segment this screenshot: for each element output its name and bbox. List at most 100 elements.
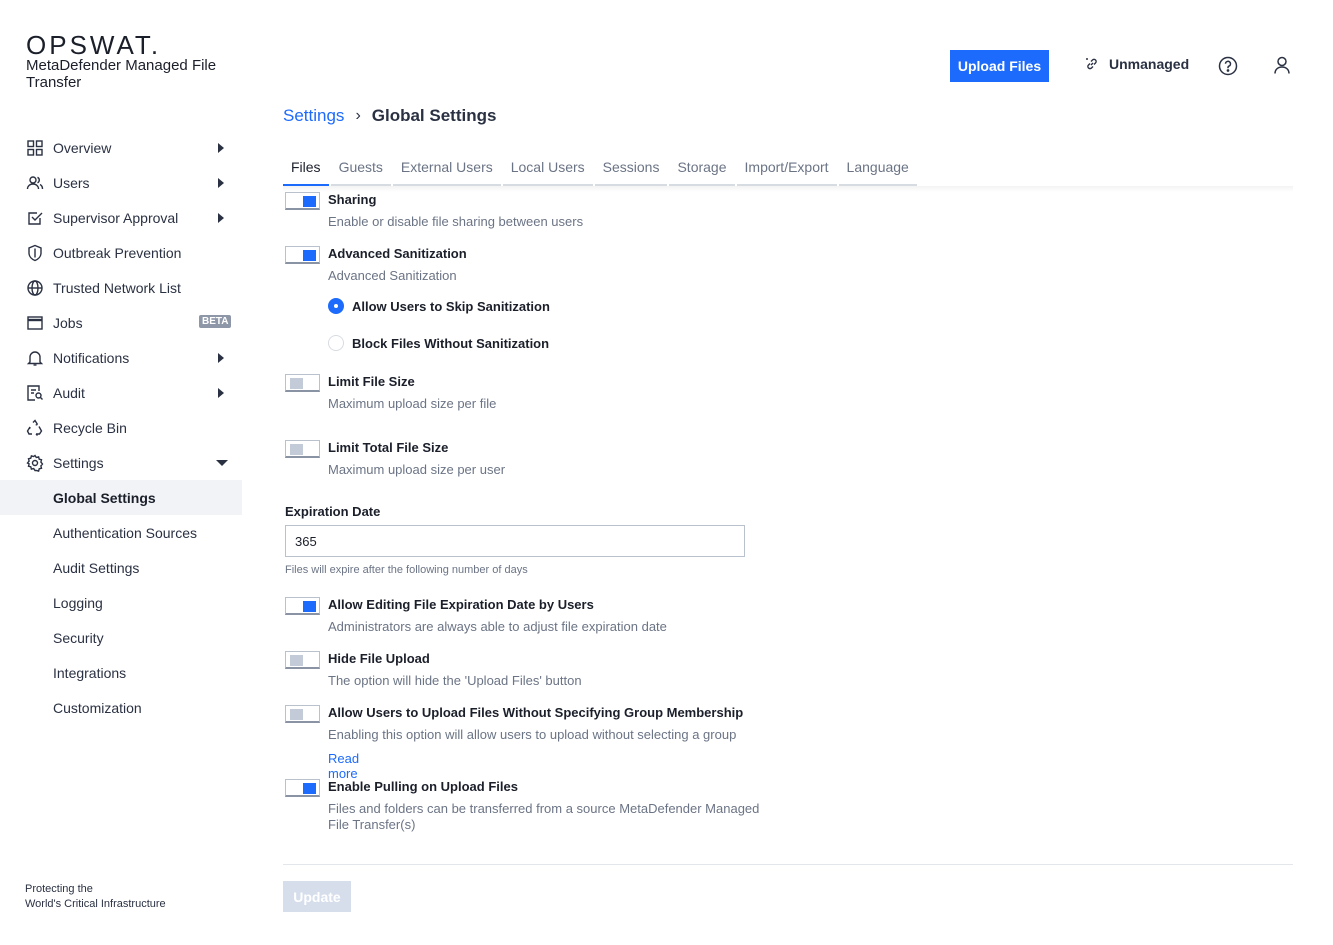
sidebar-item-settings[interactable]: Settings xyxy=(0,445,242,480)
expiration-date-input[interactable] xyxy=(285,525,745,557)
help-icon[interactable] xyxy=(1218,56,1238,76)
sidebar-nav: Overview Users Supervisor Approval Outbr… xyxy=(0,130,242,725)
sidebar-item-outbreak-prevention[interactable]: Outbreak Prevention xyxy=(0,235,242,270)
sidebar-item-trusted-network-list[interactable]: Trusted Network List xyxy=(0,270,242,305)
toggle-knob xyxy=(303,196,316,207)
radio-checked-icon xyxy=(328,298,344,314)
sidebar-subitem-global-settings[interactable]: Global Settings xyxy=(0,480,242,515)
tab-storage[interactable]: Storage xyxy=(669,155,735,186)
setting-title: Advanced Sanitization xyxy=(328,246,467,261)
tab-guests[interactable]: Guests xyxy=(330,155,391,186)
limit-file-size-toggle[interactable] xyxy=(285,374,320,392)
sidebar-item-label: Settings xyxy=(53,454,104,471)
upload-files-button[interactable]: Upload Files xyxy=(950,50,1049,82)
setting-description: Enable or disable file sharing between u… xyxy=(328,214,584,229)
radio-block-files-without-sanitization[interactable]: Block Files Without Sanitization xyxy=(328,335,549,351)
sidebar-item-label: Audit xyxy=(53,384,85,401)
tab-import-export[interactable]: Import/Export xyxy=(736,155,837,186)
sidebar-item-recycle-bin[interactable]: Recycle Bin xyxy=(0,410,242,445)
caret-right-icon xyxy=(218,213,224,223)
window-icon xyxy=(26,314,44,332)
users-icon xyxy=(26,174,44,192)
toggle-knob xyxy=(290,444,303,455)
sidebar-item-notifications[interactable]: Notifications xyxy=(0,340,242,375)
sidebar-item-label: Users xyxy=(53,174,90,191)
caret-right-icon xyxy=(218,353,224,363)
audit-icon xyxy=(26,384,44,402)
hide-file-upload-toggle[interactable] xyxy=(285,651,320,669)
toggle-knob xyxy=(303,601,316,612)
allow-editing-expiration-toggle[interactable] xyxy=(285,597,320,615)
footer-tagline: Protecting the World's Critical Infrastr… xyxy=(25,883,166,910)
sidebar-subitem-security[interactable]: Security xyxy=(0,620,242,655)
sidebar-subitem-authentication-sources[interactable]: Authentication Sources xyxy=(0,515,242,550)
sidebar-item-supervisor-approval[interactable]: Supervisor Approval xyxy=(0,200,242,235)
tab-local-users[interactable]: Local Users xyxy=(502,155,593,186)
sidebar-item-label: Supervisor Approval xyxy=(53,209,179,226)
advanced-sanitization-toggle[interactable] xyxy=(285,246,320,264)
radio-allow-skip-sanitization[interactable]: Allow Users to Skip Sanitization xyxy=(328,298,550,314)
setting-title: Enable Pulling on Upload Files xyxy=(328,779,518,794)
sidebar-item-overview[interactable]: Overview xyxy=(0,130,242,165)
update-button[interactable]: Update xyxy=(283,881,351,912)
gear-icon xyxy=(26,453,44,472)
limit-total-file-size-toggle[interactable] xyxy=(285,440,320,458)
toggle-knob xyxy=(303,783,316,794)
tab-files[interactable]: Files xyxy=(283,155,329,186)
sidebar-subitem-audit-settings[interactable]: Audit Settings xyxy=(0,550,242,585)
tab-external-users[interactable]: External Users xyxy=(392,155,501,186)
enable-pulling-toggle[interactable] xyxy=(285,779,320,797)
sidebar-item-label: Jobs xyxy=(53,314,83,331)
sidebar-item-users[interactable]: Users xyxy=(0,165,242,200)
grid-icon xyxy=(26,139,44,157)
sidebar-item-label: Outbreak Prevention xyxy=(53,244,182,261)
tab-sessions[interactable]: Sessions xyxy=(594,155,668,186)
setting-title: Limit File Size xyxy=(328,374,415,389)
setting-title: Hide File Upload xyxy=(328,651,430,666)
setting-description: Maximum upload size per user xyxy=(328,462,506,477)
radio-label: Allow Users to Skip Sanitization xyxy=(352,298,550,314)
tabs-shadow xyxy=(283,186,1293,192)
toggle-knob xyxy=(303,250,316,261)
unmanaged-label: Unmanaged xyxy=(1109,56,1190,72)
sidebar-item-label: Overview xyxy=(53,139,112,156)
caret-down-icon xyxy=(216,460,228,466)
product-name: MetaDefender Managed File Transfer xyxy=(26,57,217,91)
setting-description: Enabling this option will allow users to… xyxy=(328,727,737,742)
setting-description: Advanced Sanitization xyxy=(328,268,457,283)
breadcrumb-settings-link[interactable]: Settings xyxy=(283,106,344,126)
settings-tabs: Files Guests External Users Local Users … xyxy=(283,155,919,186)
sidebar-item-label: Notifications xyxy=(53,349,130,366)
setting-title: Limit Total File Size xyxy=(328,440,449,455)
checkbox-icon xyxy=(26,209,44,227)
sidebar-item-label: Recycle Bin xyxy=(53,419,127,436)
setting-description: The option will hide the 'Upload Files' … xyxy=(328,673,582,688)
radio-unchecked-icon xyxy=(328,335,344,351)
sidebar-subitem-logging[interactable]: Logging xyxy=(0,585,242,620)
sidebar-subitem-customization[interactable]: Customization xyxy=(0,690,242,725)
setting-description: Maximum upload size per file xyxy=(328,396,497,411)
read-more-link[interactable]: Read more xyxy=(328,751,359,781)
recycle-icon xyxy=(26,418,44,437)
tab-language[interactable]: Language xyxy=(838,155,917,186)
shield-icon xyxy=(26,244,44,262)
sidebar-subitem-integrations[interactable]: Integrations xyxy=(0,655,242,690)
unmanaged-link[interactable]: Unmanaged xyxy=(1085,56,1189,72)
footer-divider xyxy=(283,864,1293,865)
sharing-toggle[interactable] xyxy=(285,192,320,210)
setting-title: Sharing xyxy=(328,192,377,207)
user-icon[interactable] xyxy=(1272,55,1292,75)
sidebar-item-jobs[interactable]: Jobs BETA xyxy=(0,305,242,340)
caret-right-icon xyxy=(218,178,224,188)
globe-icon xyxy=(26,279,44,297)
sidebar-item-audit[interactable]: Audit xyxy=(0,375,242,410)
chevron-right-icon: › xyxy=(355,107,361,124)
expiration-date-help: Files will expire after the following nu… xyxy=(285,564,528,576)
beta-badge: BETA xyxy=(199,315,232,328)
setting-title: Allow Editing File Expiration Date by Us… xyxy=(328,597,594,612)
upload-without-group-toggle[interactable] xyxy=(285,705,320,723)
bell-icon xyxy=(26,349,44,367)
toggle-knob xyxy=(290,709,303,720)
radio-label: Block Files Without Sanitization xyxy=(352,335,550,351)
setting-description: Files and folders can be transferred fro… xyxy=(328,801,760,832)
